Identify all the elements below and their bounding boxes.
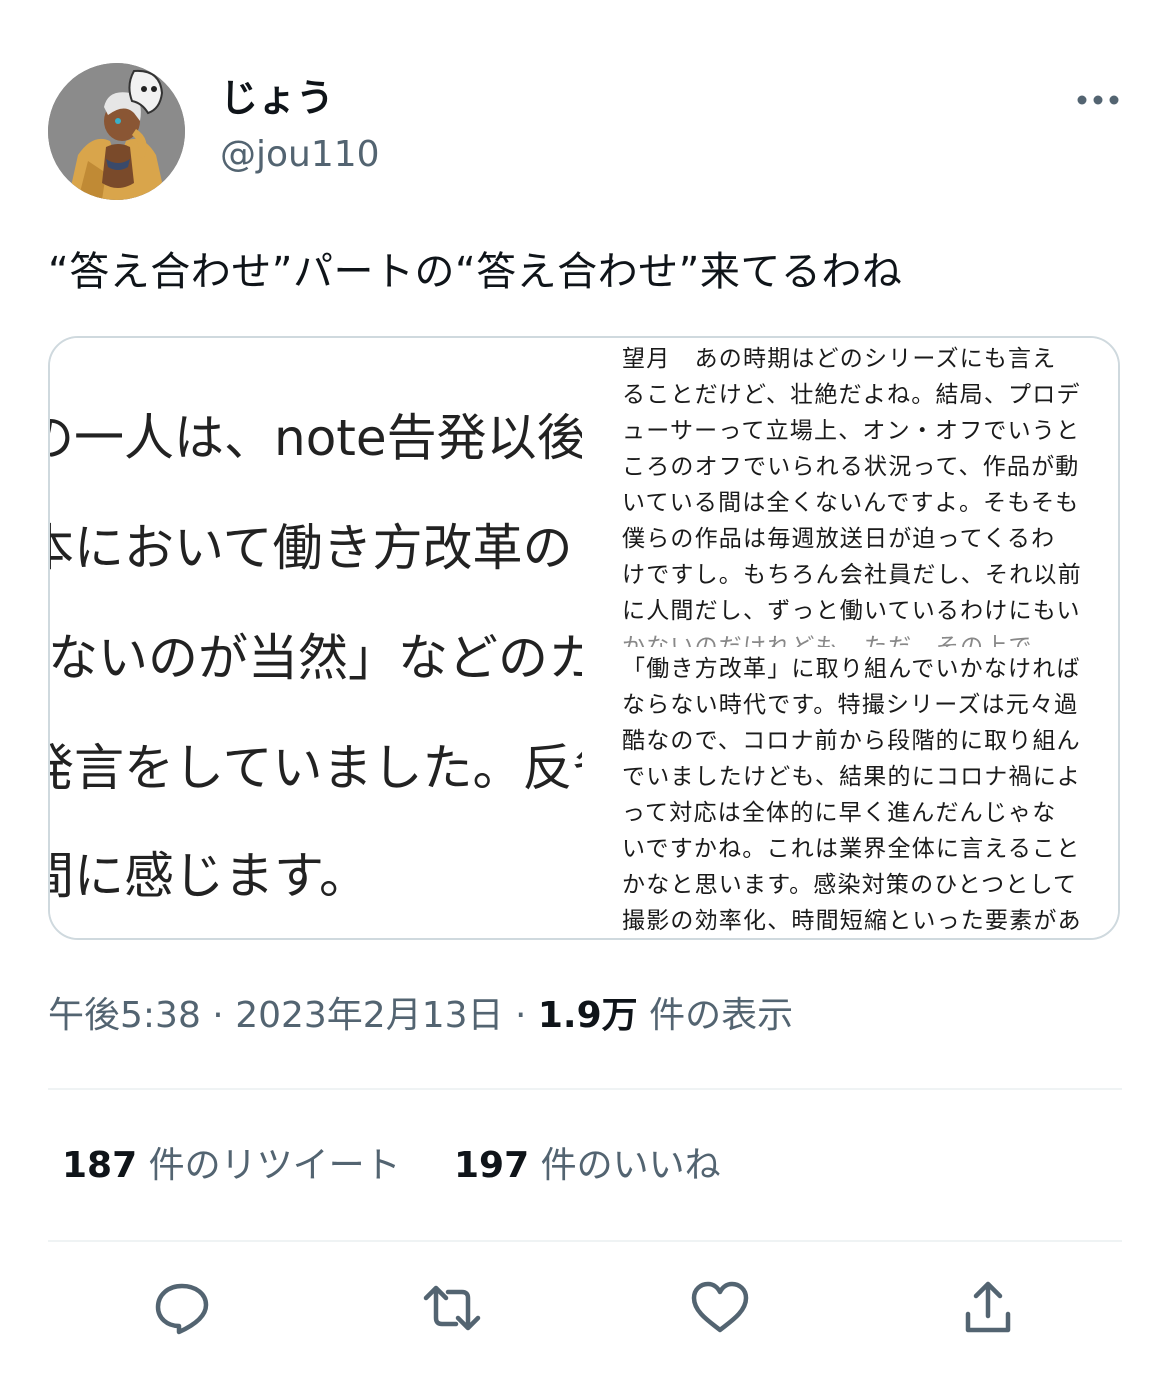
media-right-line: ューサーって立場上、オン・オフでいうと bbox=[622, 418, 1081, 444]
reply-button[interactable] bbox=[150, 1276, 214, 1340]
media-right-line: いている間は全くないんですよ。そもそも bbox=[622, 490, 1080, 516]
share-icon bbox=[965, 1281, 1011, 1333]
likes-stat[interactable]: 197 件のいいね bbox=[454, 1142, 721, 1190]
views-label: 件の表示 bbox=[637, 995, 794, 1036]
media-right-line: 望月 あの時期はどのシリーズにも言え bbox=[622, 346, 1057, 372]
media-left-line: 本において働き方改革の bbox=[50, 519, 573, 577]
media-right-line: に人間だし、ずっと働いているわけにもい bbox=[622, 598, 1081, 624]
divider bbox=[48, 1088, 1122, 1090]
user-handle[interactable]: @jou110 bbox=[220, 132, 380, 178]
like-button[interactable] bbox=[688, 1276, 752, 1340]
reply-icon bbox=[155, 1283, 209, 1335]
media-left-line: の一人は、note告発以後 bbox=[50, 409, 582, 467]
media-right-line: 「働き方改革」に取り組んでいかなければ bbox=[622, 656, 1081, 682]
likes-count: 197 bbox=[454, 1145, 530, 1186]
media-right-line: けですし。もちろん会社員だし、それ以前 bbox=[622, 562, 1082, 588]
meta-separator: · bbox=[200, 995, 236, 1036]
display-name[interactable]: じょう bbox=[220, 74, 334, 122]
avatar[interactable] bbox=[48, 63, 185, 200]
divider bbox=[48, 1240, 1122, 1242]
tweet-meta: 午後5:38 · 2023年2月13日 · 1.9万 件の表示 bbox=[48, 992, 793, 1040]
retweet-icon bbox=[423, 1285, 481, 1331]
tweet-date[interactable]: 2023年2月13日 bbox=[235, 995, 503, 1036]
media-right-line: ならない時代です。特撮シリーズは元々過 bbox=[622, 692, 1079, 718]
tweet-time[interactable]: 午後5:38 bbox=[48, 995, 201, 1036]
retweet-button[interactable] bbox=[420, 1276, 484, 1340]
tweet-text: “答え合わせ”パートの“答え合わせ”来てるわね bbox=[48, 249, 903, 295]
media-image-left: の一人は、note告発以後 本において働き方改革の ないのが当然」などのカ 発言… bbox=[50, 338, 582, 938]
media-right-line: 撮影の効率化、時間短縮といった要素があ bbox=[622, 908, 1082, 934]
meta-separator: · bbox=[503, 995, 538, 1036]
more-icon bbox=[1077, 95, 1119, 105]
media-right-line: かなと思います。感染対策のひとつとして bbox=[622, 872, 1078, 898]
media-right-line: でいましたけども、結果的にコロナ禍によ bbox=[622, 764, 1082, 790]
likes-label: 件のいいね bbox=[529, 1145, 721, 1186]
media-right-line: ることだけど、壮絶だよね。結局、プロデ bbox=[622, 382, 1081, 408]
media-right-line: いですかね。これは業界全体に言えること bbox=[622, 836, 1081, 862]
media-right-line: 僕らの作品は毎週放送日が迫ってくるわ bbox=[622, 526, 1056, 552]
media-left-line: 間に感じます。 bbox=[50, 847, 369, 905]
views-count: 1.9万 bbox=[537, 995, 638, 1036]
share-button[interactable] bbox=[956, 1276, 1020, 1340]
heart-icon bbox=[691, 1281, 749, 1333]
media-right-line: って対応は全体的に早く進んだんじゃな bbox=[622, 800, 1057, 826]
media-image-right: 望月 あの時期はどのシリーズにも言え ることだけど、壮絶だよね。結局、プロデ ュ… bbox=[618, 338, 1118, 938]
retweets-label: 件のリツイート bbox=[137, 1145, 401, 1186]
media-left-line: ないのが当然」などのカ bbox=[50, 629, 582, 687]
tweet-media[interactable]: の一人は、note告発以後 本において働き方改革の ないのが当然」などのカ 発言… bbox=[48, 336, 1120, 940]
media-right-line: 酷なので、コロナ前から段階的に取り組ん bbox=[622, 728, 1081, 754]
retweets-count: 187 bbox=[62, 1145, 138, 1186]
more-button[interactable] bbox=[1068, 82, 1128, 118]
retweets-stat[interactable]: 187 件のリツイート bbox=[62, 1142, 401, 1190]
media-left-line: 発言をしていました。反省 bbox=[50, 739, 582, 797]
media-right-line: ころのオフでいられる状況って、作品が動 bbox=[622, 454, 1080, 480]
avatar-image bbox=[48, 63, 185, 200]
media-gap bbox=[582, 338, 618, 938]
